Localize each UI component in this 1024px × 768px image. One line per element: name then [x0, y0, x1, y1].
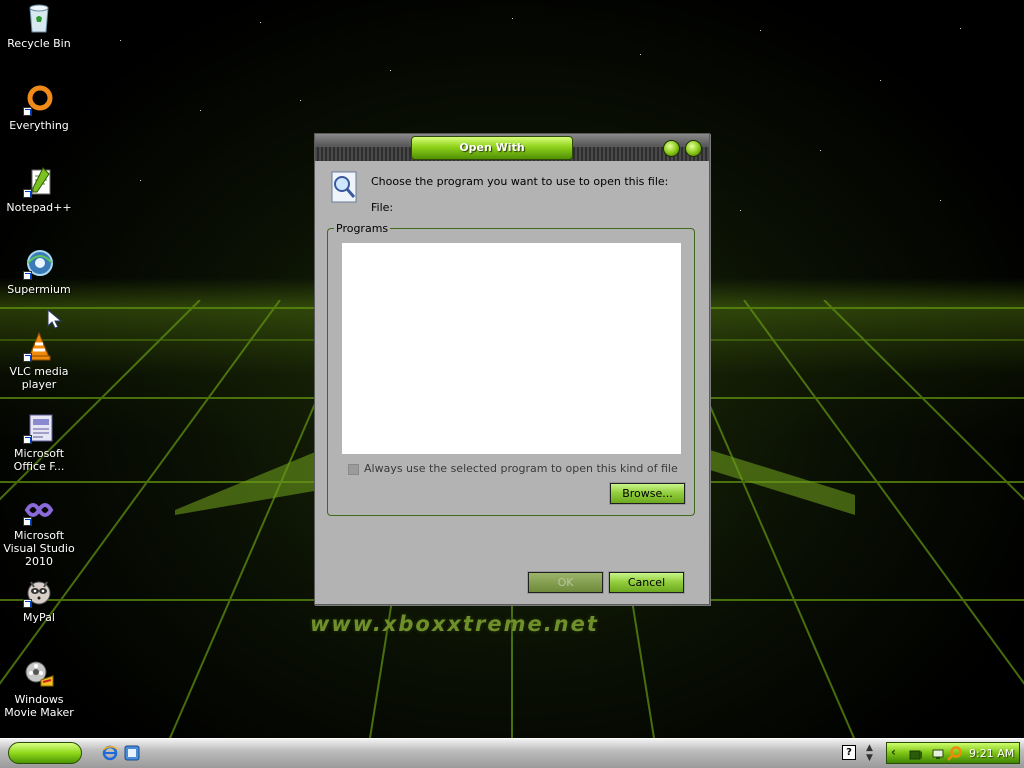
- always-use-label[interactable]: Always use the selected program to open …: [364, 462, 678, 475]
- browse-button[interactable]: Browse...: [609, 482, 686, 505]
- notepad-plus-plus-icon: [23, 166, 55, 198]
- shortcut-arrow-icon: [23, 107, 32, 116]
- desktop-icon-mypal[interactable]: MyPal: [0, 576, 78, 624]
- dialog-prompt: Choose the program you want to use to op…: [371, 175, 669, 188]
- tray-chevron-icon[interactable]: ‹: [891, 745, 896, 759]
- mouse-cursor-icon: [47, 308, 63, 329]
- desktop-icon-label: Microsoft Visual Studio 2010: [3, 529, 75, 568]
- desktop-icon-visual-studio-2010[interactable]: Microsoft Visual Studio 2010: [0, 494, 78, 568]
- open-with-magnifier-icon: [331, 171, 357, 203]
- desktop-icon-notepad-plus-plus[interactable]: Notepad++: [0, 166, 78, 214]
- tray-app-icon[interactable]: [909, 747, 923, 761]
- desktop-icon-label: Windows Movie Maker: [4, 693, 74, 719]
- shortcut-arrow-icon: [23, 517, 32, 526]
- desktop-icon-vlc-media-player[interactable]: VLC media player: [0, 330, 78, 391]
- programs-group-label: Programs: [334, 222, 391, 235]
- desktop-icon-microsoft-office-f[interactable]: Microsoft Office F...: [0, 412, 78, 473]
- close-title-button[interactable]: [685, 140, 702, 157]
- recycle-bin-icon: [23, 2, 55, 34]
- system-tray: ‹ 9:21 AM: [886, 742, 1020, 764]
- office-form-icon: [23, 412, 55, 444]
- help-icon[interactable]: ?: [842, 745, 856, 760]
- always-use-checkbox[interactable]: [348, 464, 359, 475]
- show-desktop-icon[interactable]: [124, 745, 140, 761]
- supermium-icon: [23, 248, 55, 280]
- open-with-dialog: Open With Choose the program you want to…: [314, 133, 710, 605]
- shortcut-arrow-icon: [23, 353, 32, 362]
- desktop-icon-label: Recycle Bin: [7, 37, 71, 50]
- shortcut-arrow-icon: [23, 435, 32, 444]
- programs-list[interactable]: [342, 243, 681, 454]
- search-icon[interactable]: [947, 746, 963, 762]
- cancel-button[interactable]: Cancel: [608, 571, 685, 594]
- movie-maker-film-icon: [23, 658, 55, 690]
- visual-studio-icon: [23, 494, 55, 526]
- desktop-icon-windows-movie-maker[interactable]: Windows Movie Maker: [0, 658, 78, 719]
- desktop-icon-supermium[interactable]: Supermium: [0, 248, 78, 296]
- taskbar: ? ▲ ▼ ‹ 9:21 AM: [0, 738, 1024, 768]
- desktop: www.xboxxtreme.net Recycle Bin Everythin…: [0, 0, 1024, 738]
- everything-icon: [23, 84, 55, 116]
- internet-explorer-icon[interactable]: [102, 745, 118, 761]
- mypal-raccoon-icon: [23, 576, 55, 608]
- desktop-icon-label: VLC media player: [9, 365, 69, 391]
- shortcut-arrow-icon: [23, 271, 32, 280]
- tray-expand-icon[interactable]: ▲ ▼: [866, 743, 876, 763]
- desktop-icon-label: Notepad++: [6, 201, 72, 214]
- desktop-icon-label: MyPal: [23, 611, 55, 624]
- programs-group: Programs Always use the selected program…: [327, 222, 695, 516]
- dialog-titlebar[interactable]: Open With: [315, 134, 709, 161]
- clock[interactable]: 9:21 AM: [969, 747, 1014, 760]
- dialog-body: Choose the program you want to use to op…: [315, 161, 709, 604]
- shortcut-arrow-icon: [23, 599, 32, 608]
- desktop-icon-label: Microsoft Office F...: [13, 447, 65, 473]
- file-label: File:: [371, 201, 394, 214]
- vlc-cone-icon: [23, 330, 55, 362]
- wallpaper-url-text: www.xboxxtreme.net: [310, 612, 599, 636]
- help-title-button[interactable]: [663, 140, 680, 157]
- start-button[interactable]: [8, 742, 82, 764]
- desktop-icon-label: Supermium: [7, 283, 71, 296]
- ok-button[interactable]: OK: [527, 571, 604, 594]
- dialog-title: Open With: [411, 136, 573, 160]
- shortcut-arrow-icon: [23, 189, 32, 198]
- desktop-icon-everything[interactable]: Everything: [0, 84, 78, 132]
- desktop-icon-label: Everything: [9, 119, 69, 132]
- desktop-icon-recycle-bin[interactable]: Recycle Bin: [0, 2, 78, 50]
- network-icon[interactable]: [931, 747, 945, 761]
